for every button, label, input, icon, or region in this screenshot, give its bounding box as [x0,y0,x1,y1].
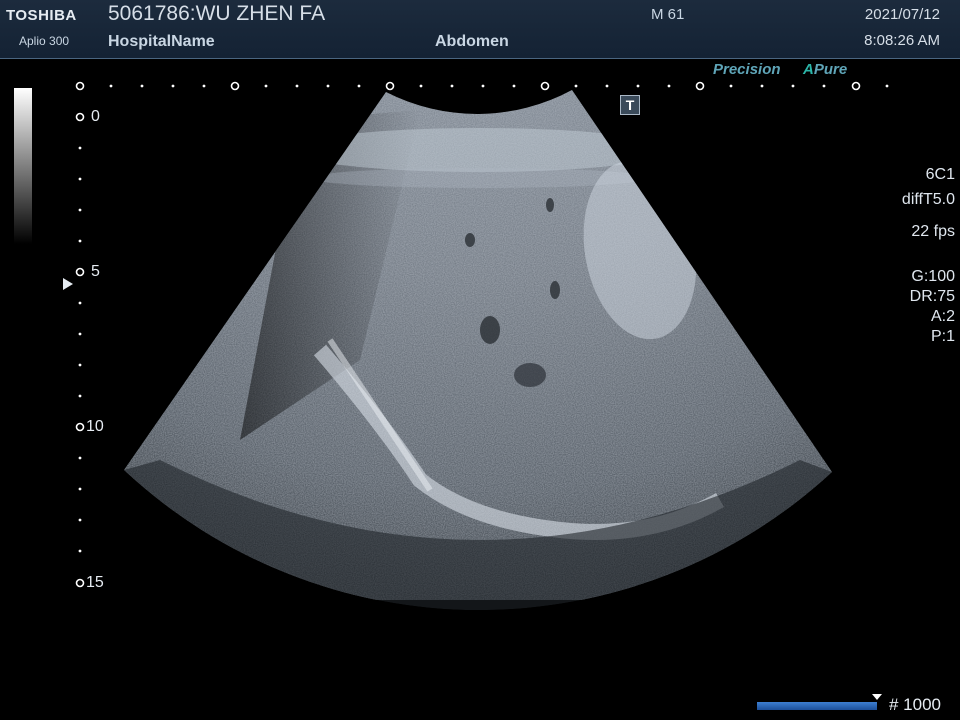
probe-label: 6C1 [925,166,955,183]
mode-label: diffT5.0 [901,191,955,208]
depth-label-10: 10 [86,418,104,435]
t-marker-icon[interactable]: T [620,95,640,115]
frame-count: # 1000 [889,695,941,714]
ultrasound-image [75,81,889,611]
depth-scale [75,112,85,588]
gain-label: G:100 [911,268,955,285]
depth-label-15: 15 [86,574,104,591]
dr-label: DR:75 [909,288,955,305]
focus-marker-icon[interactable] [63,278,73,290]
a-label: A:2 [930,308,955,325]
depth-label-5: 5 [91,263,100,280]
lateral-scale [75,81,861,91]
cine-frame-bar[interactable] [757,702,877,710]
fps-label: 22 fps [911,223,955,240]
depth-label-0: 0 [91,108,100,125]
p-label: P:1 [930,328,955,345]
cine-position-icon[interactable] [872,694,882,700]
